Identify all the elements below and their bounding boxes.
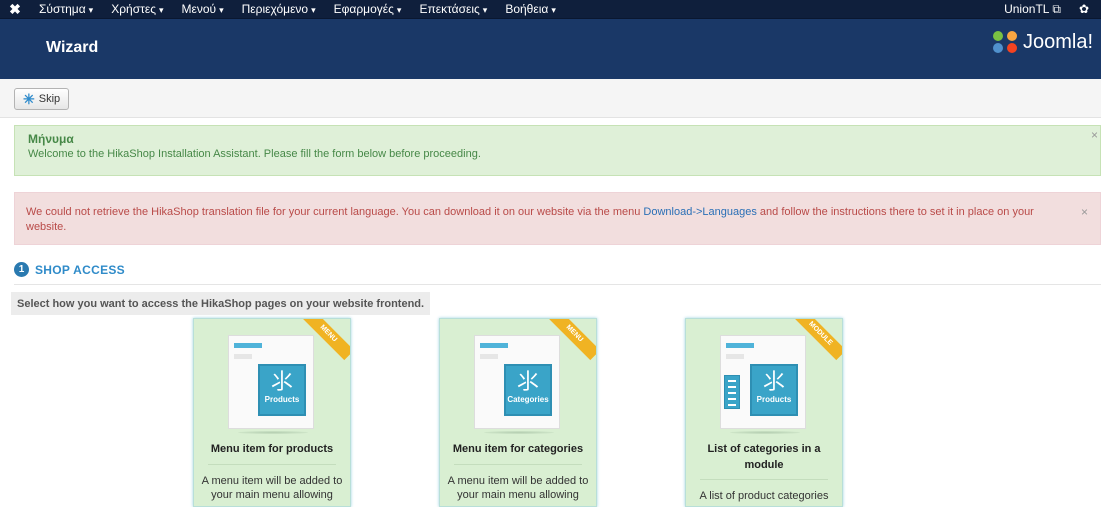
page-title: Wizard: [46, 39, 99, 56]
hikashop-icon: ⺢: [762, 369, 785, 394]
card-title: Menu item for categories: [452, 443, 584, 455]
menu-label: Επεκτάσεις: [419, 2, 480, 16]
shadow: [484, 431, 554, 434]
card-title: Menu item for products: [210, 443, 334, 455]
asterisk-icon: ✳: [23, 91, 35, 107]
menu-illustration: ⺢ Products: [228, 335, 318, 431]
section-title: SHOP ACCESS: [35, 262, 125, 277]
skip-button[interactable]: ✳ Skip: [14, 88, 70, 110]
card-divider: [454, 464, 582, 465]
joomla-logo: Joomla!: [991, 29, 1093, 55]
title-bar: Wizard Joomla!: [0, 19, 1101, 79]
module-illustration: ⺢ Products: [720, 335, 810, 431]
admin-menu-bar: ✖ Σύστημα ▾ Χρήστες ▾ Μενού ▾ Περιεχόμενο ▾ …: [0, 0, 1101, 19]
menu-extensions[interactable]: Επεκτάσεις ▾: [410, 2, 496, 16]
card-description: A menu item will be added to your main m…: [201, 475, 343, 501]
chevron-down-icon: ▾: [311, 5, 316, 15]
tile-label: Categories: [507, 395, 549, 404]
error-message: We could not retrieve the HikaShop trans…: [14, 192, 1101, 245]
brand-name: Joomla!: [1022, 30, 1093, 53]
instruction-text: Select how you want to access the HikaSh…: [11, 292, 431, 315]
card-divider: [208, 464, 336, 465]
chevron-down-icon: ▾: [219, 5, 224, 15]
error-text-part: We could not retrieve the HikaShop trans…: [26, 206, 644, 218]
menu-content[interactable]: Περιεχόμενο ▾: [233, 2, 325, 16]
gear-icon[interactable]: ✿: [1079, 2, 1089, 16]
option-card-menu-products[interactable]: ⺢ Products MENU Menu item for products A …: [193, 318, 351, 507]
chevron-down-icon: ▾: [88, 5, 94, 15]
section-header: 1 SHOP ACCESS: [14, 262, 125, 277]
menu-label: Μενού: [181, 2, 217, 16]
menu-label: Εφαρμογές: [333, 2, 394, 16]
topbar-right: UnionTL ⧉ ✿: [1004, 2, 1101, 17]
hikashop-tile: ⺢ Categories: [504, 364, 552, 416]
hikashop-icon: ⺢: [270, 369, 293, 394]
menu-label: Σύστημα: [39, 2, 86, 16]
menu-label: Βοήθεια: [505, 2, 549, 16]
joomla-brand-icon: [992, 31, 1017, 53]
menu-system[interactable]: Σύστημα ▾: [30, 2, 102, 16]
step-number-badge: 1: [14, 262, 29, 277]
card-divider: [700, 479, 828, 480]
option-card-menu-categories[interactable]: ⺢ Categories MENU Menu item for categorie…: [439, 318, 597, 507]
skip-label: Skip: [38, 93, 61, 105]
card-description: A menu item will be added to your main m…: [447, 475, 589, 501]
site-name: UnionTL: [1004, 1, 1050, 16]
menu-users[interactable]: Χρήστες ▾: [102, 2, 172, 16]
tile-label: Products: [756, 395, 792, 404]
menu-menus[interactable]: Μενού ▾: [173, 2, 233, 16]
close-icon[interactable]: ×: [1091, 128, 1098, 142]
main-menu: Σύστημα ▾ Χρήστες ▾ Μενού ▾ Περιεχόμενο ▾ Εφ…: [30, 2, 565, 16]
hikashop-tile: ⺢ Products: [750, 364, 798, 416]
close-icon[interactable]: ×: [1081, 205, 1088, 219]
menu-illustration: ⺢ Categories: [474, 335, 564, 431]
chevron-down-icon: ▾: [158, 5, 164, 15]
joomla-menu-icon[interactable]: ✖: [0, 1, 30, 18]
chevron-down-icon: ▾: [482, 5, 488, 15]
menu-label: Περιεχόμενο: [241, 2, 309, 16]
hikashop-icon: ⺢: [516, 369, 539, 394]
option-card-module-categories[interactable]: ⺢ Products MODULE List of categories in a…: [685, 318, 843, 507]
error-text: We could not retrieve the HikaShop trans…: [26, 205, 1056, 235]
card-title: List of categories in a module: [707, 443, 821, 471]
shadow: [730, 431, 800, 434]
card-description: A list of product categories: [699, 490, 829, 502]
site-link[interactable]: UnionTL ⧉: [1004, 2, 1061, 17]
menu-label: Χρήστες: [111, 2, 156, 16]
external-link-icon: ⧉: [1052, 1, 1061, 16]
message-text: Welcome to the HikaShop Installation Ass…: [28, 148, 481, 160]
hikashop-tile: ⺢ Products: [258, 364, 306, 416]
success-message: Μήνυμα Welcome to the HikaShop Installat…: [14, 125, 1101, 176]
download-languages-link[interactable]: Download->Languages: [643, 206, 756, 218]
shadow: [238, 431, 308, 434]
module-sidebar: [724, 375, 740, 409]
section-divider: [14, 284, 1101, 285]
message-heading: Μήνυμα: [28, 132, 74, 146]
toolbar: ✳ Skip: [0, 79, 1101, 118]
menu-help[interactable]: Βοήθεια ▾: [496, 2, 565, 16]
chevron-down-icon: ▾: [396, 5, 402, 15]
tile-label: Products: [264, 395, 300, 404]
chevron-down-icon: ▾: [551, 5, 556, 15]
menu-components[interactable]: Εφαρμογές ▾: [325, 2, 411, 16]
